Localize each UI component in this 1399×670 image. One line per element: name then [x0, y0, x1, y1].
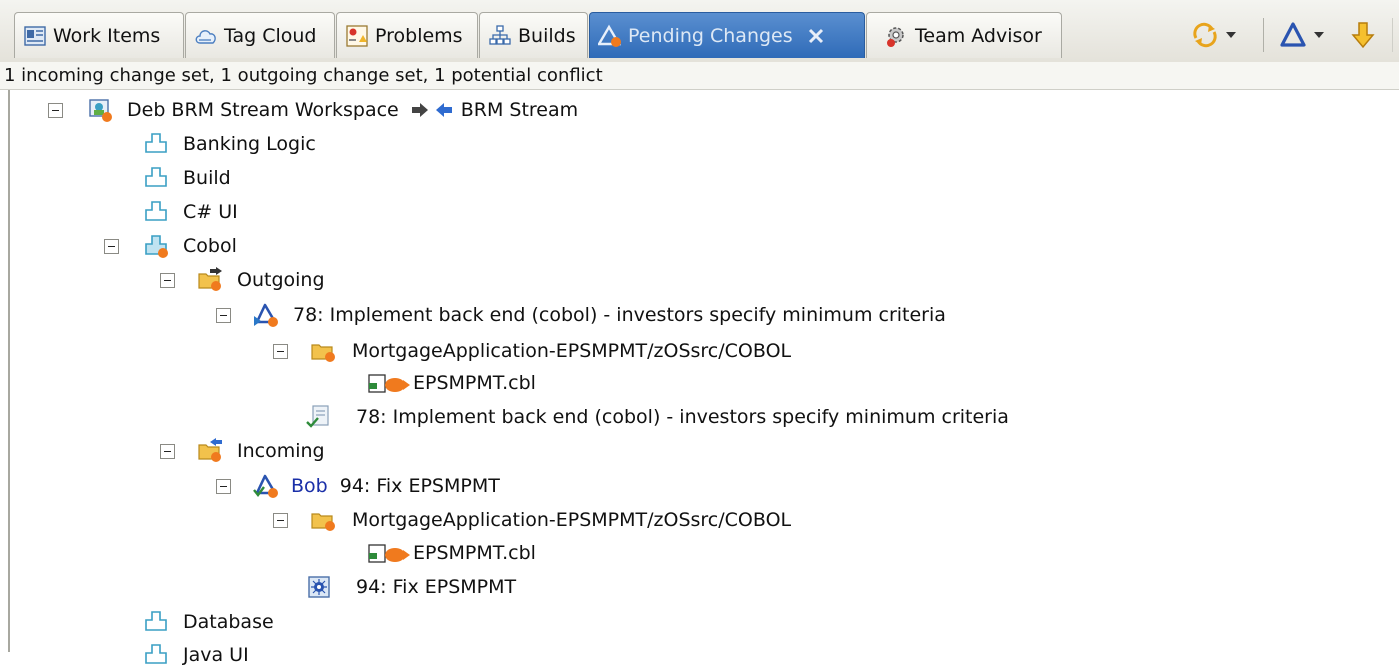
tree-row-incoming[interactable]: Incoming	[160, 436, 325, 466]
refresh-dropdown-button[interactable]	[1190, 20, 1236, 50]
component-label: Database	[183, 611, 274, 633]
collapse-toggle[interactable]	[273, 343, 288, 359]
work-item-resolved-icon	[306, 405, 329, 428]
component-label: Banking Logic	[183, 133, 316, 155]
tree-row-outgoing[interactable]: Outgoing	[160, 265, 325, 295]
cobol-file-changed-icon	[368, 544, 410, 563]
component-icon	[145, 644, 167, 664]
collapse-toggle[interactable]	[273, 512, 288, 528]
collapse-toggle[interactable]	[160, 272, 175, 288]
tree-row-incoming-change-set[interactable]: Bob 94: Fix EPSMPMT	[216, 471, 500, 501]
tab-label: Work Items	[53, 24, 161, 47]
collapse-toggle[interactable]	[48, 102, 63, 118]
tab-label: Builds	[518, 24, 576, 47]
tab-pending-changes[interactable]: Pending Changes	[589, 12, 865, 58]
tab-work-items[interactable]: Work Items	[14, 12, 184, 58]
tree-row-incoming-file[interactable]: EPSMPMT.cbl	[367, 538, 536, 568]
tree-row-outgoing-change-set[interactable]: 78: Implement back end (cobol) - investo…	[216, 300, 946, 330]
close-icon[interactable]	[807, 27, 825, 45]
incoming-arrow-icon	[435, 103, 452, 117]
tab-team-advisor[interactable]: Team Advisor	[866, 12, 1062, 58]
tree-row-component-banking-logic[interactable]: Banking Logic	[143, 129, 316, 159]
folder-label: MortgageApplication-EPSMPMT/zOSsrc/COBOL	[352, 509, 792, 531]
accept-incoming-icon	[1351, 22, 1375, 49]
component-label: C# UI	[183, 201, 238, 223]
problems-icon	[346, 24, 368, 47]
file-label: EPSMPMT.cbl	[413, 542, 536, 564]
tab-tag-cloud[interactable]: Tag Cloud	[185, 12, 335, 58]
collapse-toggle[interactable]	[104, 238, 119, 254]
change-set-label: 94: Fix EPSMPMT	[339, 475, 500, 497]
component-changed-icon	[145, 235, 168, 258]
tab-label: Tag Cloud	[224, 24, 317, 47]
cobol-file-changed-icon	[368, 374, 410, 393]
incoming-change-set-icon	[253, 474, 278, 498]
stream-label: BRM Stream	[460, 99, 579, 121]
builds-icon	[489, 24, 511, 45]
view-tab-bar: Work Items Tag Cloud Problems Builds Pen…	[0, 0, 1399, 63]
work-items-icon	[24, 25, 46, 46]
outgoing-label: Outgoing	[237, 269, 325, 291]
incoming-folder-icon	[198, 438, 222, 462]
tree-row-workspace[interactable]: Deb BRM Stream Workspace BRM Stream	[48, 95, 578, 125]
work-item-defect-icon	[308, 576, 330, 598]
component-icon	[145, 611, 167, 631]
outgoing-arrow-icon	[411, 103, 428, 117]
toolbar-divider	[1263, 18, 1264, 52]
tree-row-component-java-ui[interactable]: Java UI	[143, 640, 249, 670]
workspace-label: Deb BRM Stream Workspace	[127, 99, 399, 121]
tree-row-component-build[interactable]: Build	[143, 163, 231, 193]
component-label: Build	[183, 167, 231, 189]
collapse-toggle[interactable]	[216, 307, 231, 323]
pending-changes-icon	[598, 24, 622, 47]
tree-row-outgoing-work-item[interactable]: 78: Implement back end (cobol) - investo…	[306, 402, 1009, 432]
tree-row-incoming-work-item[interactable]: 94: Fix EPSMPMT	[306, 572, 516, 602]
tree-row-component-cobol[interactable]: Cobol	[104, 231, 237, 261]
tab-label: Pending Changes	[628, 24, 793, 47]
accept-incoming-button[interactable]	[1348, 20, 1378, 50]
change-set-label: 78: Implement back end (cobol) - investo…	[293, 304, 946, 326]
refresh-icon	[1193, 22, 1217, 48]
outgoing-change-set-icon	[254, 303, 278, 327]
toolbar-divider	[1392, 18, 1393, 52]
tab-problems[interactable]: Problems	[336, 12, 478, 58]
tree-row-incoming-folder[interactable]: MortgageApplication-EPSMPMT/zOSsrc/COBOL	[273, 505, 791, 535]
chevron-down-icon	[1314, 32, 1324, 38]
workspace-icon	[89, 99, 112, 122]
tree-row-outgoing-folder[interactable]: MortgageApplication-EPSMPMT/zOSsrc/COBOL	[273, 336, 791, 366]
collapse-toggle[interactable]	[160, 443, 175, 459]
tab-builds[interactable]: Builds	[479, 12, 588, 58]
change-set-author-link[interactable]: Bob	[291, 471, 328, 501]
chevron-down-icon	[1226, 32, 1236, 38]
delta-icon	[1280, 22, 1306, 47]
work-item-label: 78: Implement back end (cobol) - investo…	[356, 406, 1009, 428]
tab-label: Team Advisor	[915, 24, 1042, 47]
folder-icon	[311, 513, 335, 531]
incoming-label: Incoming	[237, 440, 325, 462]
component-icon	[145, 133, 167, 153]
tree-border	[8, 90, 10, 652]
tree-row-outgoing-file[interactable]: EPSMPMT.cbl	[367, 368, 536, 398]
team-advisor-icon	[887, 26, 904, 47]
work-item-label: 94: Fix EPSMPMT	[356, 576, 517, 598]
tag-cloud-icon	[195, 29, 216, 44]
tree-row-component-database[interactable]: Database	[143, 607, 274, 637]
collapse-toggle[interactable]	[216, 478, 231, 494]
component-label: Cobol	[183, 235, 237, 257]
folder-label: MortgageApplication-EPSMPMT/zOSsrc/COBOL	[352, 340, 792, 362]
component-icon	[145, 201, 167, 221]
delta-dropdown-button[interactable]	[1278, 20, 1324, 50]
component-icon	[145, 167, 167, 187]
component-label: Java UI	[183, 644, 249, 666]
folder-icon	[311, 344, 335, 362]
status-summary: 1 incoming change set, 1 outgoing change…	[0, 62, 1399, 90]
outgoing-folder-icon	[198, 267, 222, 291]
tree-row-component-csharp-ui[interactable]: C# UI	[143, 197, 238, 227]
tab-label: Problems	[375, 24, 463, 47]
file-label: EPSMPMT.cbl	[413, 372, 536, 394]
